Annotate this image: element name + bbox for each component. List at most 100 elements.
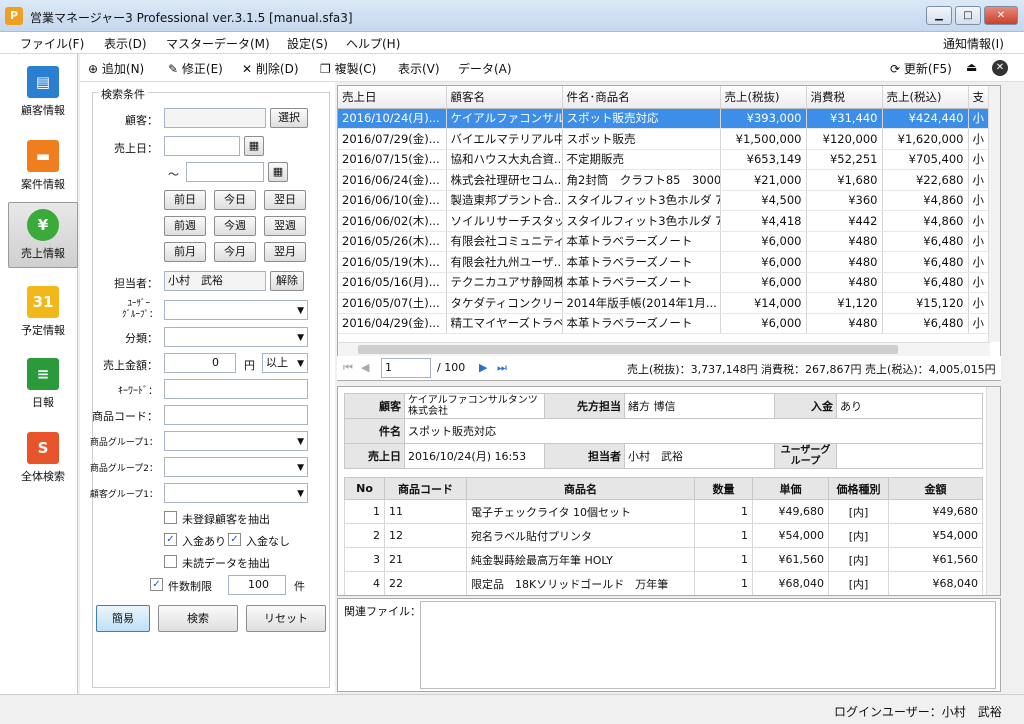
table-row[interactable]: 2016/05/16(月)...テクニカユアサ静岡株...本革トラベラーズノート… — [338, 272, 999, 293]
col-sales-net[interactable]: 売上(税抜) — [720, 86, 807, 109]
item-row[interactable]: 2 12 宛名ラベル貼付プリンタ 1 ¥54,000 [内] ¥54,000 — [344, 523, 983, 548]
date-from-input[interactable] — [164, 136, 240, 156]
nav-daily-report[interactable]: ≡ 日報 — [8, 352, 78, 418]
search-button[interactable]: 検索 — [158, 605, 238, 632]
col-sales-date[interactable]: 売上日 — [338, 86, 447, 109]
add-button[interactable]: ⊕ 追加(N) — [88, 60, 144, 77]
product-code-input[interactable] — [164, 405, 308, 425]
limit-checkbox[interactable]: ✓ — [150, 578, 163, 591]
table-row[interactable]: 2016/06/02(木)...ソイルリサーチスタッフ...スタイルフィット3色… — [338, 210, 999, 232]
menu-view[interactable]: 表示(D) — [104, 35, 147, 52]
next-page-icon[interactable]: ▶ — [479, 361, 487, 374]
table-cell: ¥480 — [806, 313, 883, 334]
amount-condition-select[interactable]: 以上 ▼ — [262, 353, 308, 373]
table-row[interactable]: 2016/04/29(金)...精工マイヤーズトラベ...本革トラベラーズノート… — [338, 313, 999, 334]
related-files-list[interactable] — [420, 601, 996, 689]
scroll-thumb[interactable] — [358, 345, 898, 354]
delete-button[interactable]: ✕ 削除(D) — [242, 60, 299, 77]
list-horizontal-scrollbar[interactable] — [338, 342, 990, 356]
dropdown-arrow-icon: ▼ — [297, 306, 304, 316]
menu-settings[interactable]: 設定(S) — [287, 35, 328, 52]
limit-input[interactable]: 100 — [228, 575, 286, 595]
amount-input[interactable]: 0 — [164, 353, 236, 373]
prev-day-button[interactable]: 前日 — [164, 190, 206, 210]
refresh-button[interactable]: ⟳ 更新(F5) — [890, 60, 952, 77]
unregistered-checkbox[interactable] — [164, 511, 177, 524]
unread-checkbox[interactable] — [164, 555, 177, 568]
product-group2-select[interactable]: ▼ — [164, 457, 308, 477]
release-staff-button[interactable]: 解除 — [270, 271, 304, 291]
reset-button[interactable]: リセット — [246, 605, 326, 632]
product-group2-label: 商品グループ2： — [89, 464, 158, 474]
col-customer[interactable]: 顧客名 — [446, 86, 563, 109]
toolbar: ⊕ 追加(N) ✎ 修正(E) ✕ 削除(D) ❐ 複製(C) 表示(V) デー… — [80, 54, 1024, 82]
minimize-button[interactable]: ▁ — [926, 6, 952, 25]
next-month-button[interactable]: 翌月 — [264, 242, 306, 262]
list-vertical-scrollbar[interactable] — [988, 86, 1000, 342]
nav-global-search[interactable]: S 全体検索 — [8, 426, 78, 492]
table-cell: ケイアルファコンサルタ... — [446, 108, 563, 129]
col-tax[interactable]: 消費税 — [806, 86, 883, 109]
item-row[interactable]: 1 11 電子チェックライタ 10個セット 1 ¥49,680 [内] ¥49,680 — [344, 499, 983, 524]
select-customer-button[interactable]: 選択 — [270, 108, 308, 128]
close-panel-icon[interactable]: ✕ — [992, 60, 1008, 76]
col-sales-gross[interactable]: 売上(税込) — [882, 86, 969, 109]
date-to-input[interactable] — [186, 162, 264, 182]
next-week-button[interactable]: 翌週 — [264, 216, 306, 236]
table-row[interactable]: 2016/06/10(金)... 製造東邦プラント合... スタイルフィット3色ホル… — [338, 190, 999, 211]
simple-button[interactable]: 簡易 — [96, 605, 150, 632]
prev-month-button[interactable]: 前月 — [164, 242, 206, 262]
edit-button[interactable]: ✎ 修正(E) — [168, 60, 223, 77]
keyword-input[interactable] — [164, 379, 308, 399]
table-row[interactable]: 2016/07/15(金)... 協和ハウス大丸合資... 不定期販売 ¥653,14… — [338, 149, 999, 170]
this-week-button[interactable]: 今週 — [214, 216, 256, 236]
product-group1-label: 商品グループ1： — [89, 438, 158, 448]
table-row[interactable]: 2016/06/24(金)... 株式会社理研セコム... 角2封筒 クラフト85 … — [338, 169, 999, 191]
nav-customer[interactable]: ▤ 顧客情報 — [8, 60, 78, 126]
maximize-button[interactable]: □ — [955, 6, 981, 25]
menu-master-data[interactable]: マスターデータ(M) — [166, 35, 270, 52]
data-menu-button[interactable]: データ(A) — [458, 60, 512, 77]
refresh-label: 更新(F5) — [903, 62, 952, 76]
view-menu-button[interactable]: 表示(V) — [398, 60, 440, 77]
unpaid-checkbox[interactable]: ✓ — [228, 533, 241, 546]
unpaid-label: 入金なし — [246, 535, 290, 548]
today-button[interactable]: 今日 — [214, 190, 256, 210]
table-row[interactable]: 2016/05/07(土)...タケダティコンクリート...2014年版手帳(2… — [338, 292, 999, 314]
next-day-button[interactable]: 翌日 — [264, 190, 306, 210]
customer-group1-select[interactable]: ▼ — [164, 483, 308, 503]
first-page-icon[interactable]: ⏮ — [343, 361, 353, 375]
user-group-select[interactable]: ▼ — [164, 300, 308, 320]
item-row[interactable]: 4 22 限定品 18Kソリッドゴールド 万年筆 1 ¥68,040 [内] ¥68,040 — [344, 571, 983, 595]
table-row[interactable]: 2016/05/26(木)...有限会社コミュニティ...本革トラベラーズノート… — [338, 231, 999, 252]
calendar-picker-icon[interactable]: ▦ — [244, 136, 264, 156]
table-row[interactable]: 2016/07/29(金)...バイエルマテリアル中...スポット販売¥1,50… — [338, 128, 999, 150]
product-group1-select[interactable]: ▼ — [164, 431, 308, 451]
close-window-button[interactable]: ✕ — [984, 6, 1018, 25]
detail-vertical-scrollbar[interactable] — [986, 387, 1000, 595]
this-month-button[interactable]: 今月 — [214, 242, 256, 262]
table-row[interactable]: 2016/10/24(月)...ケイアルファコンサルタ...スポット販売対応¥3… — [338, 108, 999, 129]
category-select[interactable]: ▼ — [164, 327, 308, 347]
table-cell: タケダティコンクリート... — [446, 292, 563, 314]
x-icon: ✕ — [242, 62, 253, 76]
nav-case[interactable]: ▬ 案件情報 — [8, 134, 78, 200]
nav-schedule[interactable]: 31 予定情報 — [8, 280, 78, 346]
page-input[interactable]: 1 — [381, 358, 431, 378]
upload-icon[interactable]: ⏏ — [966, 60, 977, 74]
staff-field: 小村 武裕 — [164, 271, 266, 291]
table-row[interactable]: 2016/05/19(木)... 有限会社九州ユーザ... 本革トラベラーズノート ¥… — [338, 251, 999, 273]
last-page-icon[interactable]: ⏭ — [497, 361, 507, 375]
page-total: / 100 — [437, 361, 466, 374]
nav-sales[interactable]: ¥ 売上情報 — [8, 202, 78, 268]
prev-week-button[interactable]: 前週 — [164, 216, 206, 236]
col-subject[interactable]: 件名･商品名 — [562, 86, 721, 109]
copy-button[interactable]: ❐ 複製(C) — [320, 60, 376, 77]
item-row[interactable]: 3 21 純金製蒔絵最高万年筆 HOLY 1 ¥61,560 [内] ¥61,560 — [344, 547, 983, 572]
paid-checkbox[interactable]: ✓ — [164, 533, 177, 546]
menu-help[interactable]: ヘルプ(H) — [346, 35, 400, 52]
prev-page-icon[interactable]: ◀ — [361, 361, 369, 374]
menu-file[interactable]: ファイル(F) — [20, 35, 84, 52]
calendar-picker-icon[interactable]: ▦ — [268, 162, 288, 182]
menu-notifications[interactable]: 通知情報(I) — [943, 35, 1004, 52]
